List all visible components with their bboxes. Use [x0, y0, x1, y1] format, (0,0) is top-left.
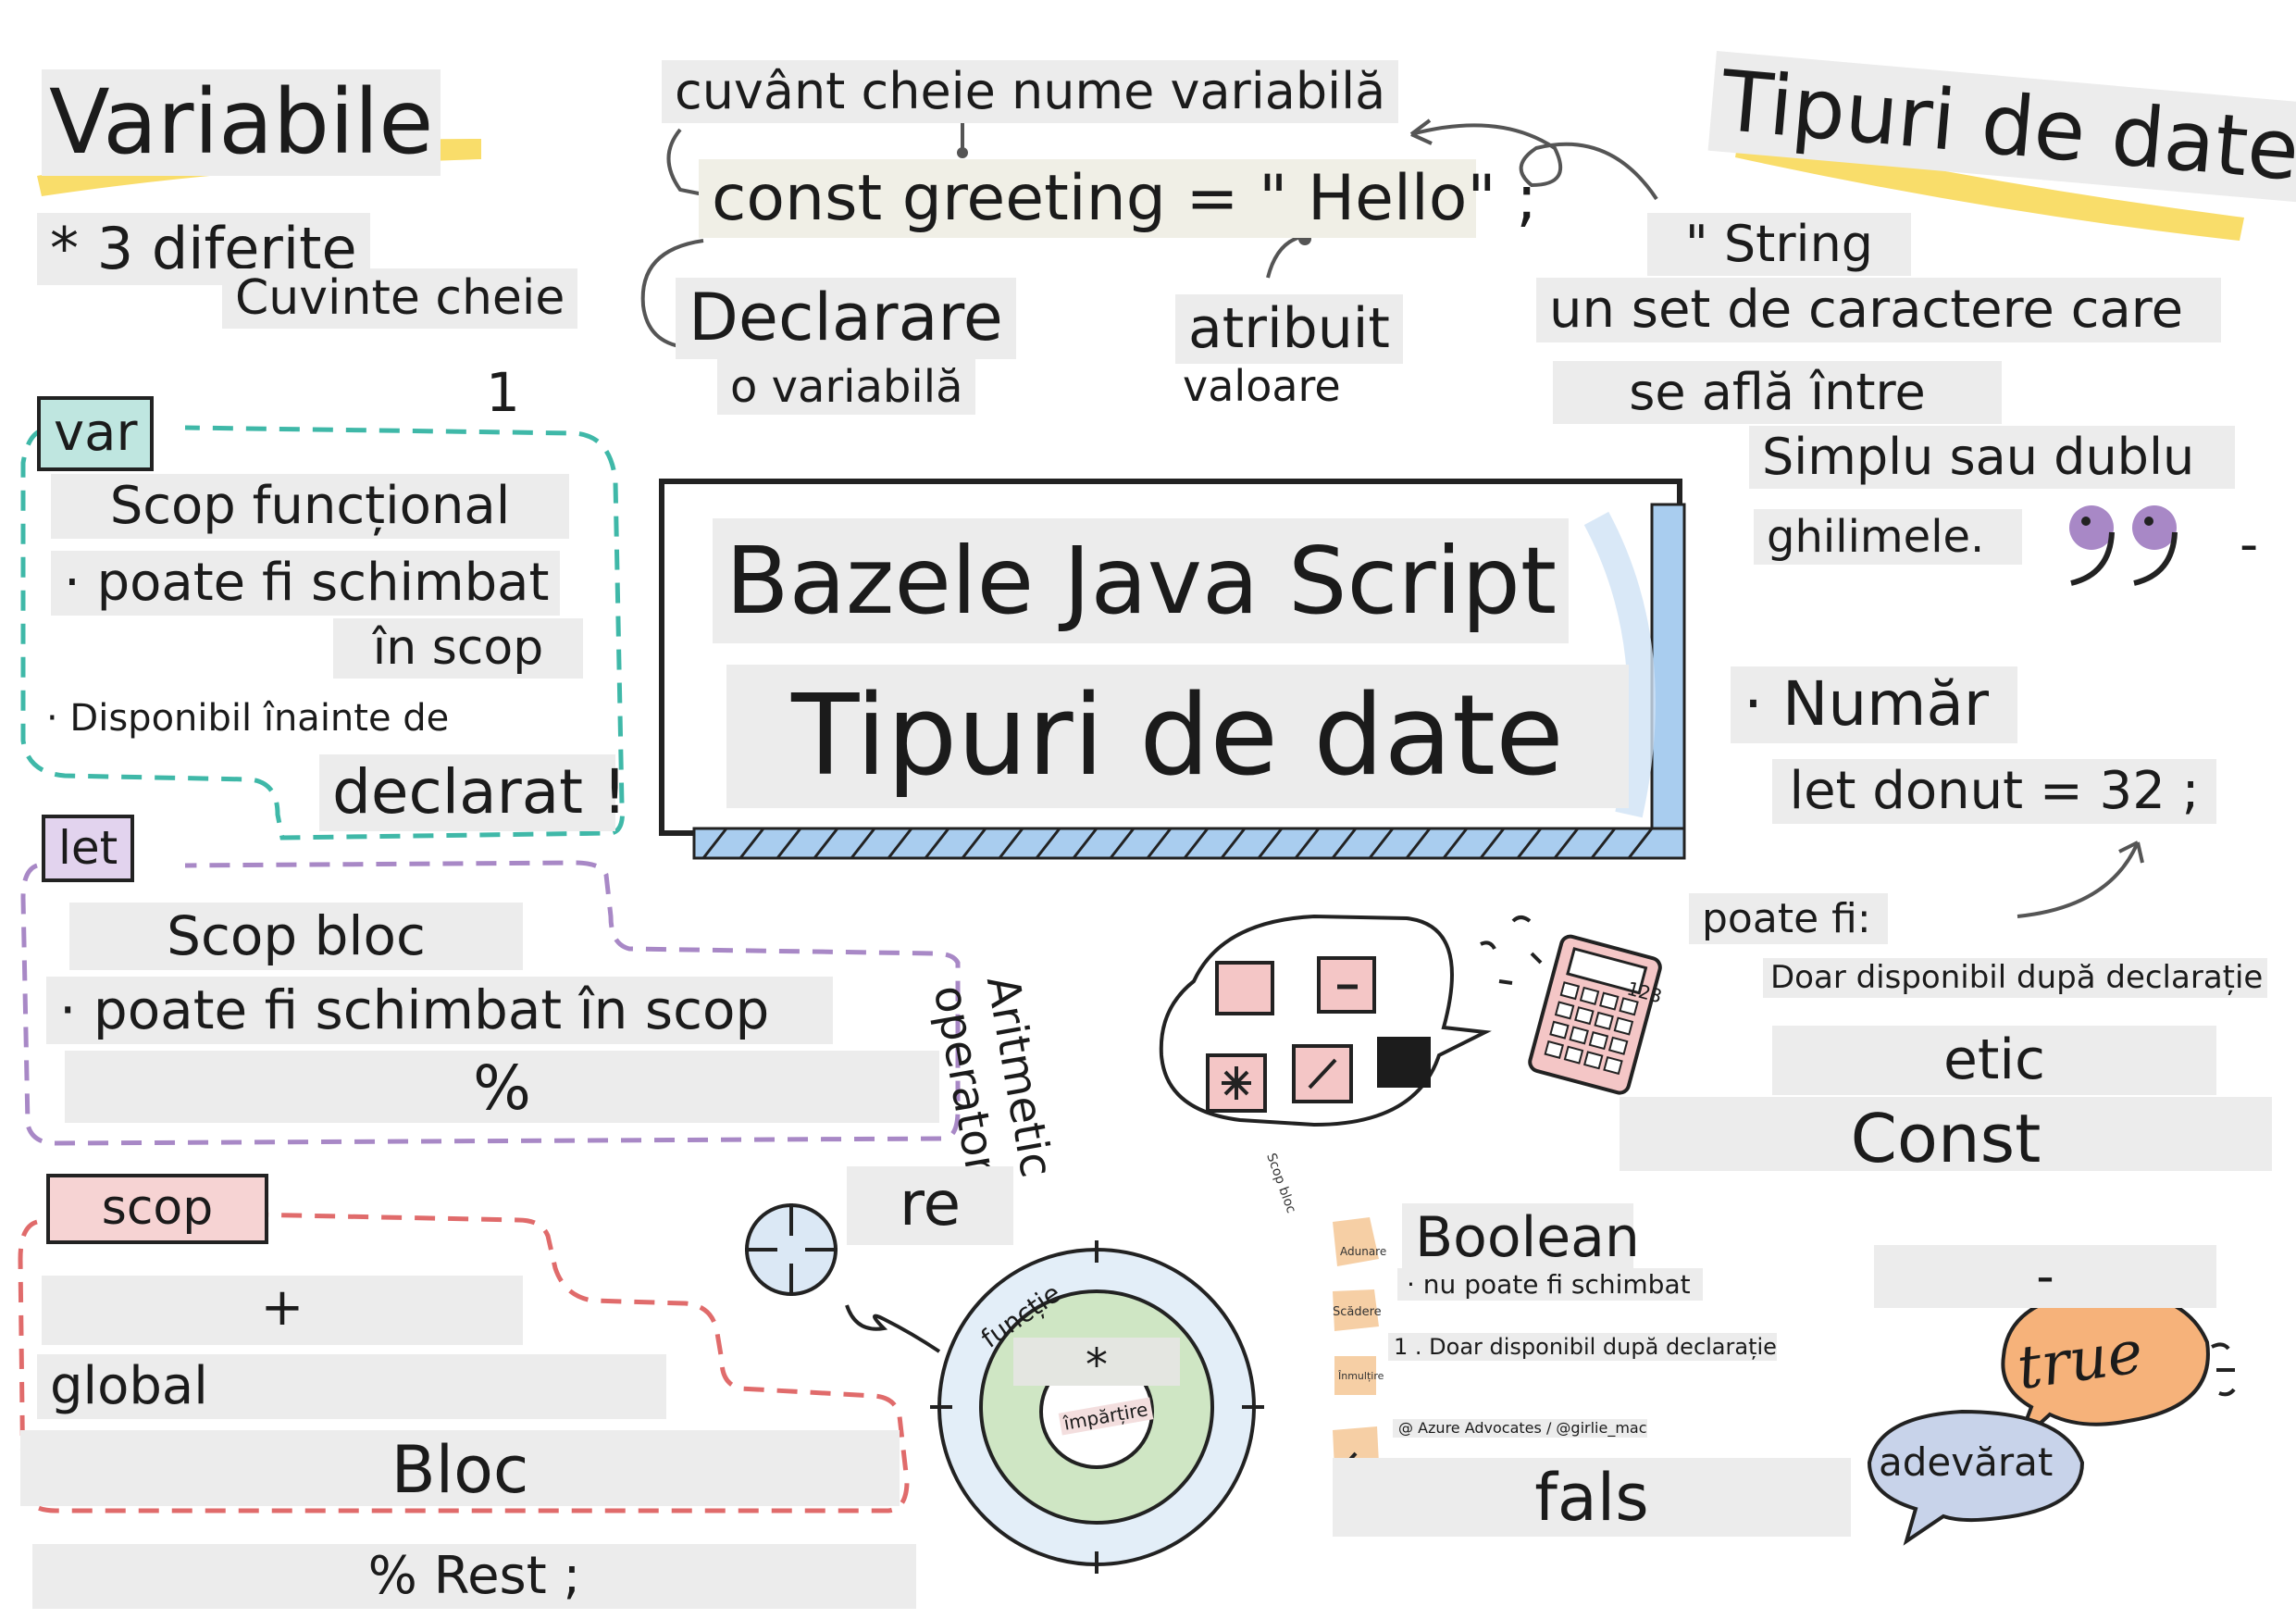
swirl-arrow — [845, 1304, 941, 1353]
quote-icon — [2069, 505, 2178, 586]
number-label: · Număr — [1731, 666, 2017, 743]
let-tag: let — [42, 815, 135, 882]
var-can-change: · poate fi schimbat — [51, 551, 560, 616]
side-adunare: Adunare — [1340, 1245, 1387, 1258]
var-available-before: · Disponibil înainte de — [46, 697, 450, 740]
var-tag: var — [37, 396, 155, 471]
side-inmultire: Înmulțire — [1338, 1370, 1384, 1382]
credit-label: @ Azure Advocates / @girlie_mac — [1393, 1419, 1647, 1438]
string-desc-2: se află între — [1553, 361, 2002, 424]
string-label: " String — [1647, 213, 1911, 276]
keywords-label: Cuvinte cheie — [222, 268, 578, 329]
main-title: Bazele Java Script — [713, 518, 1569, 643]
arrow-number — [2017, 841, 2140, 918]
main-subtitle: Tipuri de date — [726, 665, 1629, 808]
scope-plus: + — [42, 1276, 523, 1345]
calculator-icon — [1528, 934, 1662, 1095]
false-label: fals — [1333, 1458, 1851, 1537]
value-label: valoare — [1183, 361, 1341, 411]
let-can-change: · poate fi schimbat în scop — [46, 977, 833, 1044]
number-code: let donut = 32 ; — [1772, 759, 2216, 824]
multiply-star: * — [1013, 1338, 1180, 1391]
scope-block: Bloc — [20, 1430, 900, 1508]
a-variable-label: o variabilă — [717, 359, 976, 415]
arrow-assign — [1266, 234, 1306, 279]
etic-label: etic — [1772, 1026, 2216, 1095]
re-label: re — [847, 1166, 1013, 1245]
scope-rest: % Rest ; — [32, 1544, 916, 1609]
scope-global: global — [37, 1354, 666, 1419]
string-desc-4: ghilimele. — [1754, 509, 2022, 565]
assign-label: atribuit — [1175, 294, 1403, 364]
dash-label: - — [1874, 1245, 2216, 1308]
variables-heading: Variabile — [42, 69, 441, 177]
var-function-scope: Scop funcțional — [51, 474, 569, 539]
title-frame-shadow-right — [1650, 503, 1686, 853]
code-example: const greeting = " Hello" ; — [699, 159, 1537, 238]
scope-tag: scop — [46, 1174, 268, 1244]
const-label: Const — [1620, 1097, 2272, 1177]
declare-label: Declarare — [676, 278, 1016, 359]
key-modulo — [1377, 1037, 1431, 1088]
boolean-only-after: 1 . Doar disponibil după declarație — [1388, 1333, 1777, 1361]
string-dash: - — [2240, 515, 2259, 575]
var-declared: declarat ! — [319, 754, 627, 831]
key-plus — [1215, 961, 1274, 1015]
can-be-label: poate fi: — [1689, 893, 1888, 944]
boolean-cannot-change: · nu poate fi schimbat — [1397, 1268, 1703, 1301]
side-scadere: Scădere — [1333, 1305, 1382, 1319]
boolean-title: Boolean — [1402, 1203, 1640, 1273]
var-in-scope: în scop — [333, 618, 583, 679]
string-desc-3: Simplu sau dublu — [1749, 426, 2235, 489]
only-after-label: Doar disponibil după declarație — [1763, 958, 2267, 998]
number-one-label: 1 — [486, 361, 520, 424]
let-percent: % — [65, 1051, 939, 1124]
keyword-varname-caption: cuvânt cheie nume variabilă — [662, 60, 1399, 123]
true-ro-label: adevărat — [1879, 1439, 2054, 1485]
let-block-scope: Scop bloc — [69, 903, 523, 970]
string-desc-1: un set de caractere care — [1536, 278, 2221, 342]
